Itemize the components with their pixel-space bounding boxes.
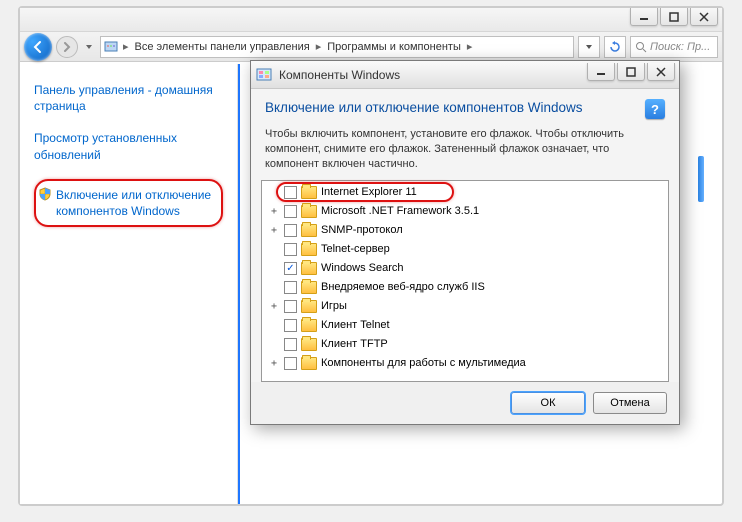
breadcrumb-arrow: ▸ xyxy=(314,40,324,53)
expand-toggle[interactable]: + xyxy=(268,225,280,236)
checkbox[interactable] xyxy=(284,205,297,218)
sidebar-link-home[interactable]: Панель управления - домашняя страница xyxy=(34,82,223,114)
tree-item[interactable]: + Microsoft .NET Framework 3.5.1 xyxy=(262,202,668,221)
checkbox[interactable] xyxy=(284,319,297,332)
folder-icon xyxy=(301,338,317,351)
maximize-button[interactable] xyxy=(660,8,688,26)
main-area: Компоненты Windows Включение или отключе… xyxy=(238,64,722,504)
folder-icon xyxy=(301,300,317,313)
control-panel-icon xyxy=(101,40,121,54)
tree-item-label: Microsoft .NET Framework 3.5.1 xyxy=(321,205,479,217)
tree-item-label: SNMP-протокол xyxy=(321,224,403,236)
tree-item-label: Внедряемое веб-ядро служб IIS xyxy=(321,281,485,293)
breadcrumb-seg-programs[interactable]: Программы и компоненты xyxy=(323,41,465,53)
folder-icon xyxy=(301,357,317,370)
folder-icon xyxy=(301,281,317,294)
dialog-minimize-button[interactable] xyxy=(587,63,615,81)
breadcrumb-arrow: ▸ xyxy=(121,40,131,53)
dialog-close-button[interactable] xyxy=(647,63,675,81)
folder-icon xyxy=(301,243,317,256)
refresh-button[interactable] xyxy=(604,36,626,58)
sidebar-link-updates[interactable]: Просмотр установленных обновлений xyxy=(34,130,223,162)
dialog-description: Чтобы включить компонент, установите его… xyxy=(251,123,679,180)
expand-toggle[interactable]: + xyxy=(268,206,280,217)
tree-item-label: Telnet-сервер xyxy=(321,243,390,255)
checkbox[interactable] xyxy=(284,186,297,199)
checkbox[interactable] xyxy=(284,357,297,370)
tree-item-label: Internet Explorer 11 xyxy=(321,186,417,198)
feature-tree[interactable]: Internet Explorer 11 + Microsoft .NET Fram… xyxy=(262,181,668,381)
sidebar-link-features[interactable]: Включение или отключение компонентов Win… xyxy=(34,179,223,227)
tree-item-label: Компоненты для работы с мультимедиа xyxy=(321,357,526,369)
tree-item-label: Клиент Telnet xyxy=(321,319,390,331)
checkbox[interactable] xyxy=(284,300,297,313)
search-placeholder: Поиск: Пр... xyxy=(650,41,710,53)
shield-icon xyxy=(38,187,52,205)
tree-item[interactable]: ✓ Windows Search xyxy=(262,259,668,278)
sidebar: Панель управления - домашняя страница Пр… xyxy=(20,64,238,504)
tree-item-label: Игры xyxy=(321,300,347,312)
checkbox[interactable] xyxy=(284,281,297,294)
breadcrumb[interactable]: ▸ Все элементы панели управления ▸ Прогр… xyxy=(100,36,574,58)
tree-item[interactable]: Клиент Telnet xyxy=(262,316,668,335)
nav-forward-button[interactable] xyxy=(56,36,78,58)
dialog-title: Компоненты Windows xyxy=(279,68,400,82)
tree-item[interactable]: Internet Explorer 11 xyxy=(262,183,668,202)
help-button[interactable]: ? xyxy=(645,99,665,119)
tree-item[interactable]: + SNMP-протокол xyxy=(262,221,668,240)
dialog-maximize-button[interactable] xyxy=(617,63,645,81)
search-icon xyxy=(635,41,647,53)
tree-item[interactable]: Клиент TFTP xyxy=(262,335,668,354)
breadcrumb-arrow: ▸ xyxy=(465,40,475,53)
nav-history-dropdown[interactable] xyxy=(82,36,96,58)
tree-item[interactable]: + Компоненты для работы с мультимедиа xyxy=(262,354,668,373)
titlebar xyxy=(20,8,722,32)
nav-back-button[interactable] xyxy=(24,33,52,61)
checkbox[interactable] xyxy=(284,338,297,351)
checkbox[interactable] xyxy=(284,243,297,256)
cancel-button[interactable]: Отмена xyxy=(593,392,667,414)
ok-button[interactable]: ОК xyxy=(511,392,585,414)
features-dialog: Компоненты Windows Включение или отключе… xyxy=(250,60,680,425)
checkbox[interactable] xyxy=(284,224,297,237)
control-panel-window: ▸ Все элементы панели управления ▸ Прогр… xyxy=(18,6,724,506)
tree-item-label: Клиент TFTP xyxy=(321,338,388,350)
search-input[interactable]: Поиск: Пр... xyxy=(630,36,718,58)
breadcrumb-seg-all[interactable]: Все элементы панели управления xyxy=(131,41,314,53)
sidebar-link-features-label: Включение или отключение компонентов Win… xyxy=(56,188,211,218)
tree-item-label: Windows Search xyxy=(321,262,404,274)
minimize-button[interactable] xyxy=(630,8,658,26)
dialog-heading: Включение или отключение компонентов Win… xyxy=(265,99,637,117)
breadcrumb-dropdown[interactable] xyxy=(578,36,600,58)
folder-icon xyxy=(301,319,317,332)
address-bar: ▸ Все элементы панели управления ▸ Прогр… xyxy=(20,32,722,62)
scrollbar-thumb[interactable] xyxy=(698,156,704,202)
dialog-titlebar: Компоненты Windows xyxy=(251,61,679,89)
dialog-icon xyxy=(255,66,273,84)
tree-item[interactable]: Внедряемое веб-ядро служб IIS xyxy=(262,278,668,297)
folder-icon xyxy=(301,262,317,275)
expand-toggle[interactable]: + xyxy=(268,358,280,369)
checkbox[interactable]: ✓ xyxy=(284,262,297,275)
dialog-buttonbar: ОК Отмена xyxy=(251,382,679,424)
folder-icon xyxy=(301,205,317,218)
close-button[interactable] xyxy=(690,8,718,26)
expand-toggle[interactable]: + xyxy=(268,301,280,312)
folder-icon xyxy=(301,186,317,199)
folder-icon xyxy=(301,224,317,237)
tree-item[interactable]: + Игры xyxy=(262,297,668,316)
tree-item[interactable]: Telnet-сервер xyxy=(262,240,668,259)
